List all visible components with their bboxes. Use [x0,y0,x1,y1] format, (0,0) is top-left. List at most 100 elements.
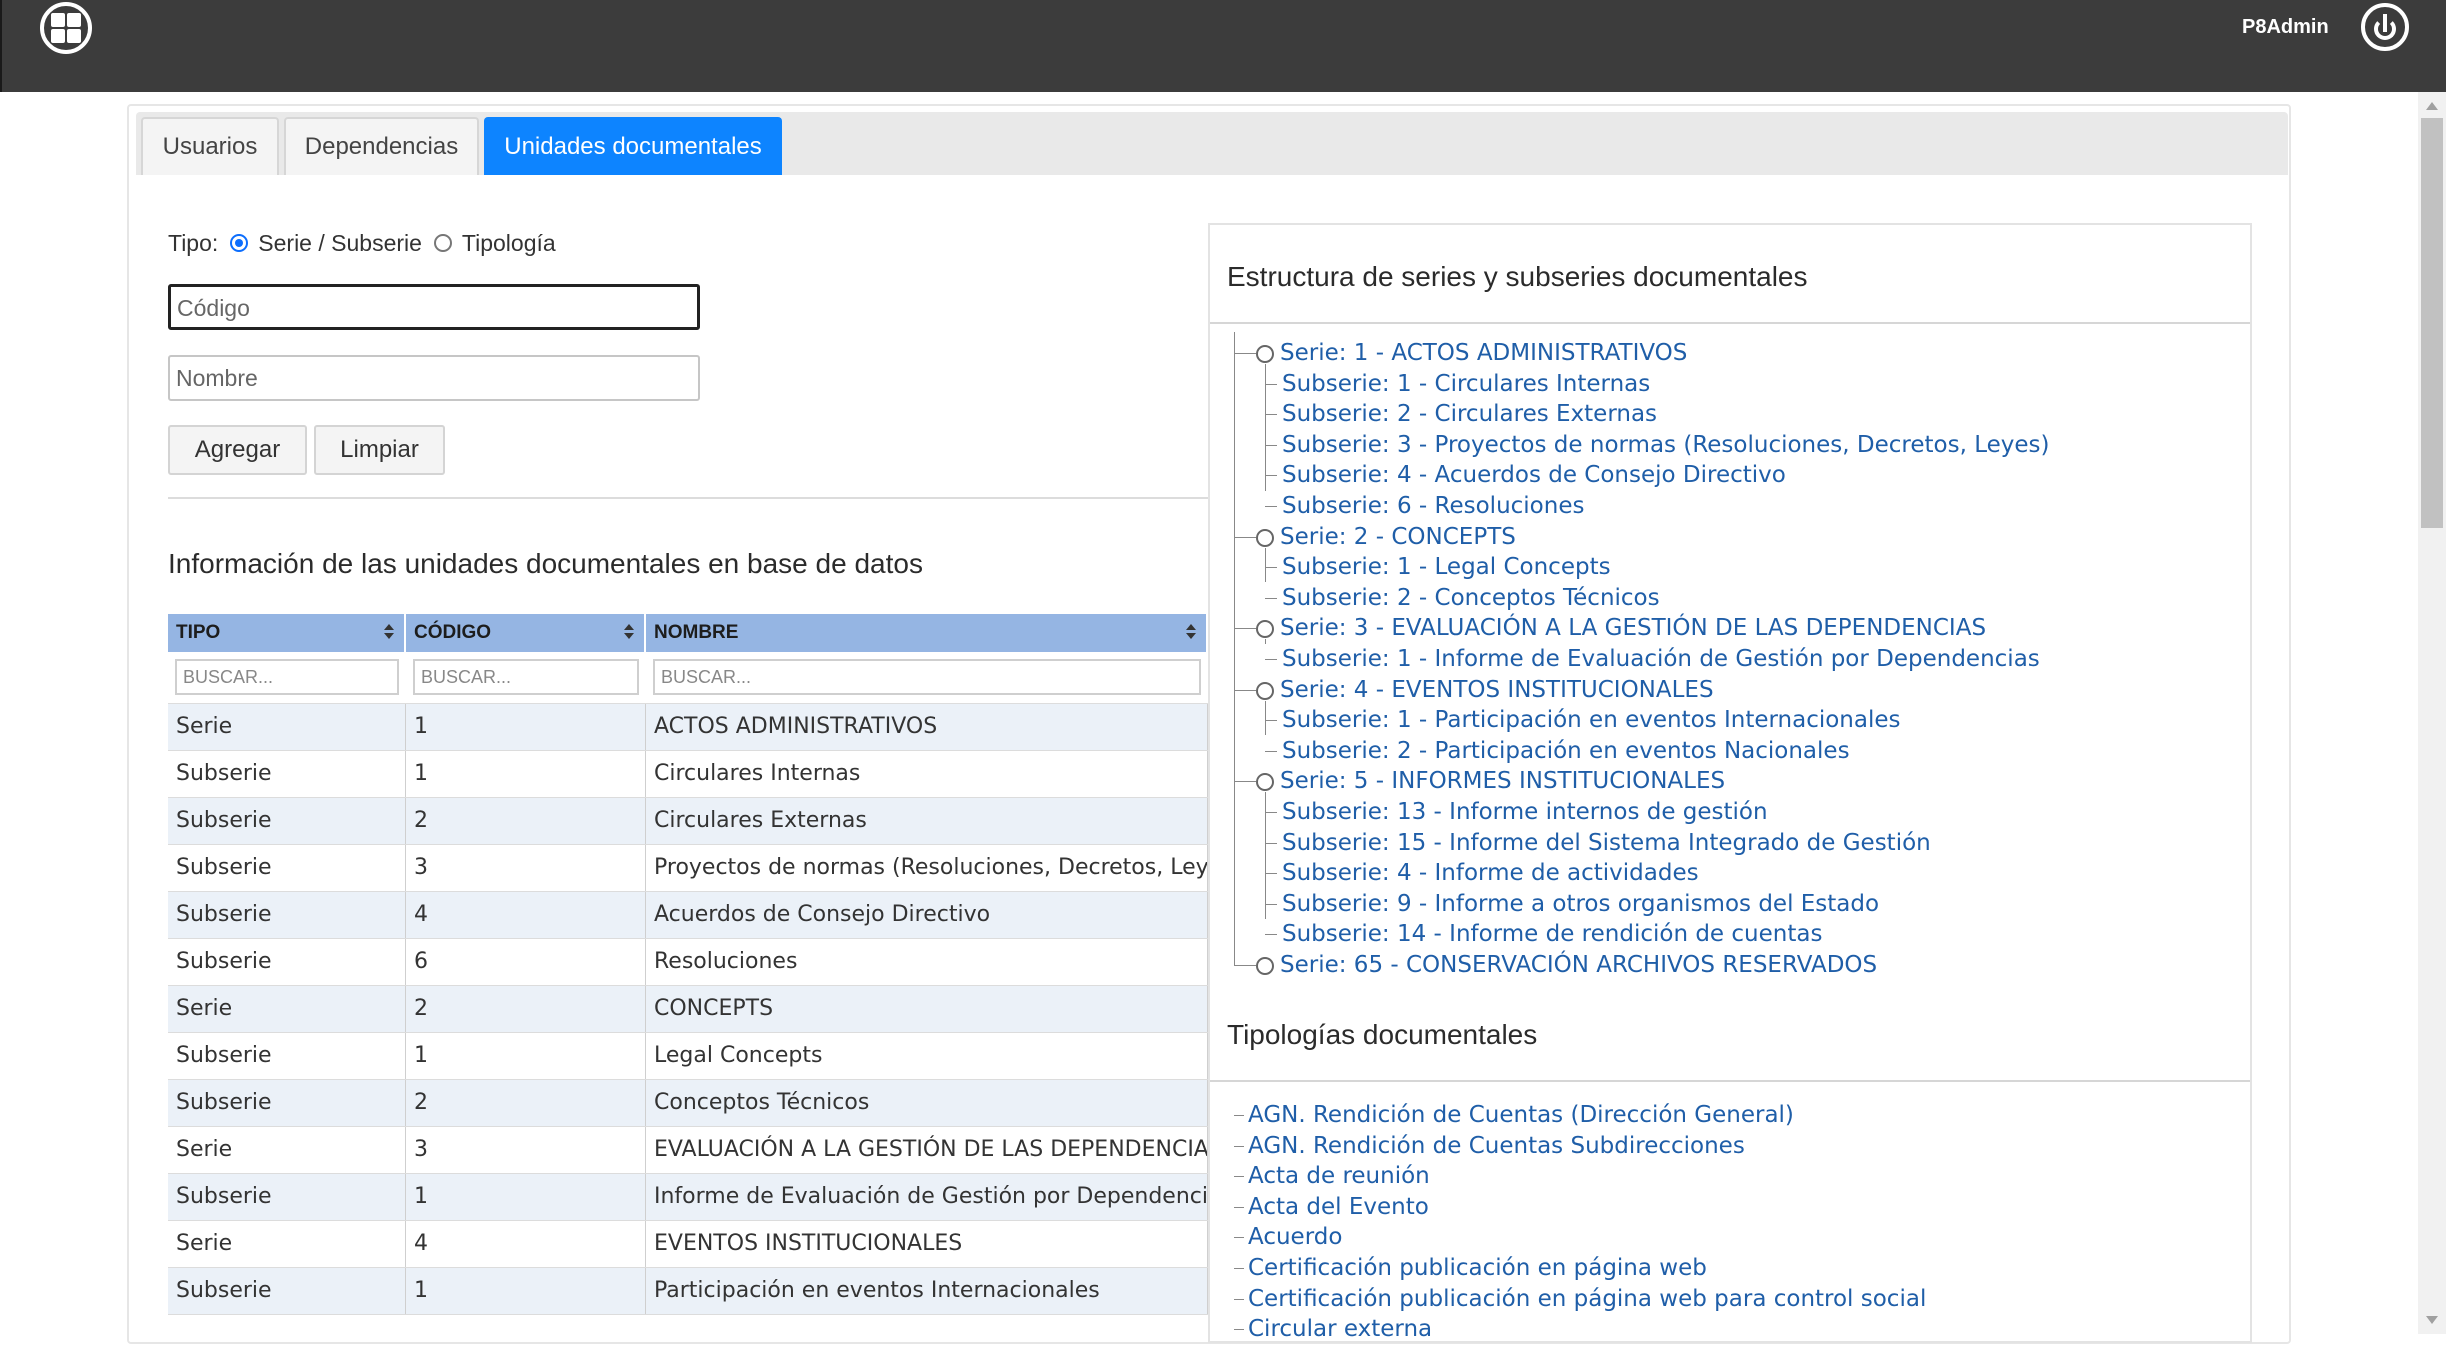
table-row[interactable]: Serie 1 ACTOS ADMINISTRATIVOS [168,704,1208,751]
tab-unidades-documentales[interactable]: Unidades documentales [484,117,782,175]
tree-subserie-node[interactable]: Subserie: 4 - Acuerdos de Consejo Direct… [1234,460,2049,491]
page-scrollbar[interactable] [2418,92,2446,1334]
subserie-label[interactable]: Subserie: 13 - Informe internos de gesti… [1282,799,1768,825]
tipologia-item[interactable]: Certificación publicación en página web [1234,1253,1926,1284]
tipologia-item[interactable]: AGN. Rendición de Cuentas (Dirección Gen… [1234,1100,1926,1131]
table-row[interactable]: Subserie 1 Informe de Evaluación de Gestió… [168,1174,1208,1221]
tree-subserie-node[interactable]: Subserie: 1 - Circulares Internas [1234,369,2049,400]
serie-label[interactable]: Serie: 1 - ACTOS ADMINISTRATIVOS [1280,340,1687,366]
column-header-codigo[interactable]: CÓDIGO [406,614,646,652]
subserie-label[interactable]: Subserie: 2 - Circulares Externas [1282,401,1657,427]
filter-codigo-input[interactable]: BUSCAR... [413,659,639,695]
tree-serie-node[interactable]: Serie: 2 - CONCEPTS [1234,522,2049,553]
tree-subserie-node[interactable]: Subserie: 2 - Participación en eventos N… [1234,736,2049,767]
tree-serie-node[interactable]: Serie: 65 - CONSERVACIÓN ARCHIVOS RESERV… [1234,950,2049,981]
codigo-input[interactable]: Código [168,284,700,330]
tree-subserie-node[interactable]: Subserie: 1 - Legal Concepts [1234,552,2049,583]
table-row[interactable]: Subserie 4 Acuerdos de Consejo Directivo [168,892,1208,939]
table-header: TIPO CÓDIGO NOMBRE [168,614,1208,652]
tree-subserie-node[interactable]: Subserie: 6 - Resoluciones [1234,491,2049,522]
serie-radio-icon[interactable] [1256,620,1274,639]
tree-serie-node[interactable]: Serie: 5 - INFORMES INSTITUCIONALES [1234,766,2049,797]
scroll-thumb[interactable] [2421,118,2443,528]
tipologia-item[interactable]: AGN. Rendición de Cuentas Subdirecciones [1234,1131,1926,1162]
tipologia-item[interactable]: Certificación publicación en página web … [1234,1284,1926,1315]
sort-icon[interactable] [1186,624,1196,642]
subserie-label[interactable]: Subserie: 6 - Resoluciones [1282,493,1584,519]
subserie-label[interactable]: Subserie: 1 - Participación en eventos I… [1282,707,1901,733]
tipologia-item[interactable]: Circular externa [1234,1314,1926,1345]
sort-icon[interactable] [624,624,634,642]
subserie-label[interactable]: Subserie: 3 - Proyectos de normas (Resol… [1282,432,2049,458]
serie-label[interactable]: Serie: 3 - EVALUACIÓN A LA GESTIÓN DE LA… [1280,615,1986,641]
tree-connector [1234,353,1256,354]
subserie-label[interactable]: Subserie: 1 - Informe de Evaluación de G… [1282,646,2040,672]
table-row[interactable]: Serie 3 EVALUACIÓN A LA GESTIÓN DE LAS DEP… [168,1127,1208,1174]
tree-serie-node[interactable]: Serie: 3 - EVALUACIÓN A LA GESTIÓN DE LA… [1234,613,2049,644]
table-row[interactable]: Subserie 2 Conceptos Técnicos [168,1080,1208,1127]
tree-subserie-node[interactable]: Subserie: 2 - Conceptos Técnicos [1234,583,2049,614]
tab-usuarios[interactable]: Usuarios [141,117,279,175]
table-row[interactable]: Subserie 1 Legal Concepts [168,1033,1208,1080]
serie-radio-icon[interactable] [1256,345,1274,363]
tipologia-item[interactable]: Acuerdo [1234,1222,1926,1253]
table-row[interactable]: Subserie 1 Participación en eventos Intern… [168,1268,1208,1315]
table-row[interactable]: Serie 4 EVENTOS INSTITUCIONALES [168,1221,1208,1268]
serie-radio-icon[interactable] [1256,681,1274,700]
serie-radio-icon[interactable] [1256,956,1274,975]
tipologia-item[interactable]: Acta del Evento [1234,1192,1926,1223]
add-button[interactable]: Agregar [168,425,307,475]
cell-nombre: CONCEPTS [646,986,1208,1032]
tree-subserie-node[interactable]: Subserie: 9 - Informe a otros organismos… [1234,889,2049,920]
subserie-label[interactable]: Subserie: 4 - Informe de actividades [1282,860,1699,886]
subserie-label[interactable]: Subserie: 4 - Acuerdos de Consejo Direct… [1282,462,1786,488]
tree-subserie-node[interactable]: Subserie: 2 - Circulares Externas [1234,399,2049,430]
column-header-nombre[interactable]: NOMBRE [646,614,1208,652]
subserie-label[interactable]: Subserie: 14 - Informe de rendición de c… [1282,921,1822,947]
tree-subserie-node[interactable]: Subserie: 3 - Proyectos de normas (Resol… [1234,430,2049,461]
radio-tipologia[interactable] [433,234,452,252]
tree-subserie-node[interactable]: Subserie: 14 - Informe de rendición de c… [1234,919,2049,950]
tree-subserie-node[interactable]: Subserie: 15 - Informe del Sistema Integ… [1234,828,2049,859]
radio-serie-subserie[interactable] [230,234,249,252]
radio-serie-subserie-label[interactable]: Serie / Subserie [258,230,422,257]
column-header-tipo[interactable]: TIPO [168,614,406,652]
serie-radio-icon[interactable] [1256,528,1274,547]
subserie-label[interactable]: Subserie: 2 - Conceptos Técnicos [1282,585,1660,611]
table-row[interactable]: Subserie 1 Circulares Internas [168,751,1208,798]
table-row[interactable]: Serie 2 CONCEPTS [168,986,1208,1033]
tree-serie-node[interactable]: Serie: 1 - ACTOS ADMINISTRATIVOS [1234,338,2049,369]
filter-nombre-input[interactable]: BUSCAR... [653,659,1201,695]
filter-tipo-input[interactable]: BUSCAR... [175,659,399,695]
tree-subserie-node[interactable]: Subserie: 13 - Informe internos de gesti… [1234,797,2049,828]
tree-subserie-node[interactable]: Subserie: 1 - Informe de Evaluación de G… [1234,644,2049,675]
radio-tipologia-label[interactable]: Tipología [462,230,556,257]
serie-label[interactable]: Serie: 65 - CONSERVACIÓN ARCHIVOS RESERV… [1280,952,1877,978]
scroll-down-arrow-icon[interactable] [2426,1316,2438,1324]
serie-radio-icon[interactable] [1256,773,1274,792]
subserie-label[interactable]: Subserie: 2 - Participación en eventos N… [1282,738,1850,764]
tipologia-item[interactable]: Acta de reunión [1234,1161,1926,1192]
tree-serie-node[interactable]: Serie: 4 - EVENTOS INSTITUCIONALES [1234,675,2049,706]
table-row[interactable]: Subserie 3 Proyectos de normas (Resolucion… [168,845,1208,892]
subserie-label[interactable]: Subserie: 15 - Informe del Sistema Integ… [1282,830,1931,856]
table-row[interactable]: Subserie 6 Resoluciones [168,939,1208,986]
table-row[interactable]: Subserie 2 Circulares Externas [168,798,1208,845]
tree-subserie-node[interactable]: Subserie: 4 - Informe de actividades [1234,858,2049,889]
power-icon[interactable] [2361,3,2409,51]
nombre-input[interactable]: Nombre [168,355,700,401]
subserie-label[interactable]: Subserie: 1 - Circulares Internas [1282,371,1650,397]
tree-subserie-node[interactable]: Subserie: 1 - Participación en eventos I… [1234,705,2049,736]
sort-icon[interactable] [384,624,394,642]
serie-label[interactable]: Serie: 4 - EVENTOS INSTITUCIONALES [1280,677,1714,703]
tab-dependencias[interactable]: Dependencias [284,117,479,175]
apps-grid-icon[interactable] [40,2,92,54]
subserie-label[interactable]: Subserie: 9 - Informe a otros organismos… [1282,891,1879,917]
subserie-label[interactable]: Subserie: 1 - Legal Concepts [1282,554,1611,580]
scroll-up-arrow-icon[interactable] [2426,102,2438,110]
serie-label[interactable]: Serie: 5 - INFORMES INSTITUCIONALES [1280,768,1725,794]
serie-label[interactable]: Serie: 2 - CONCEPTS [1280,524,1516,550]
tree-connector [1234,781,1256,783]
clear-button[interactable]: Limpiar [314,425,445,475]
cell-codigo: 2 [406,986,646,1032]
